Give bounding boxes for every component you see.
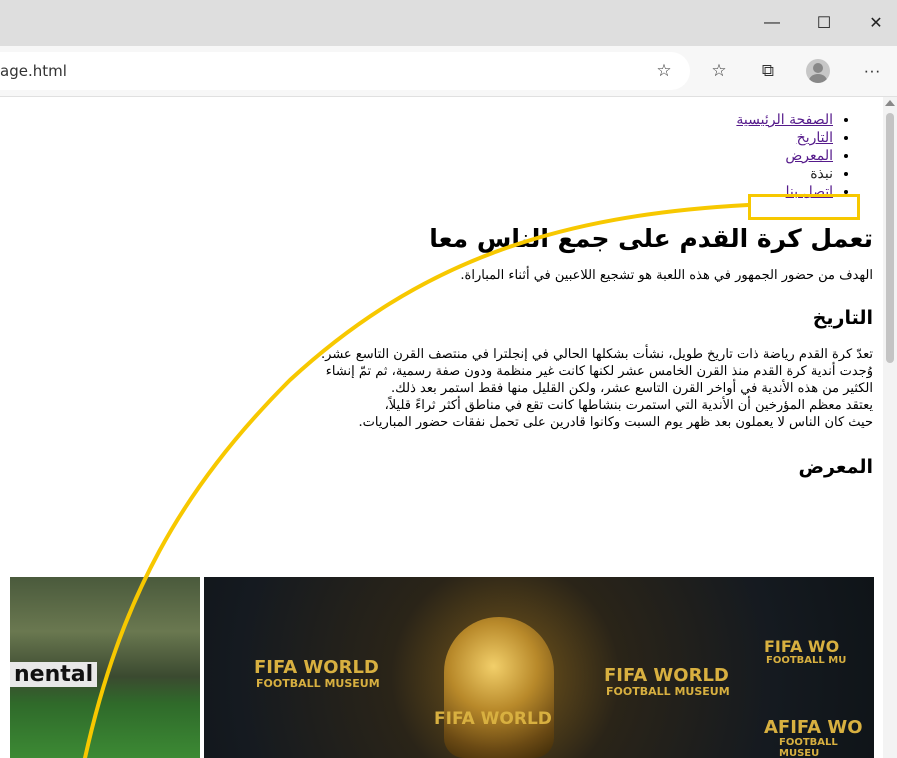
more-icon[interactable]: ··· — [858, 57, 886, 85]
museum-text: FIFA WO — [764, 637, 840, 656]
museum-text: AFIFA WO — [764, 717, 863, 738]
minimize-button[interactable]: — — [752, 8, 792, 38]
nav-item-about: نبذة — [53, 165, 833, 183]
nav-link-gallery[interactable]: المعرض — [785, 148, 833, 164]
history-line: يعتقد معظم المؤرخين أن الأندية التي استم… — [384, 398, 873, 413]
museum-text: FOOTBALL MUSEUM — [606, 685, 730, 698]
add-favorite-icon[interactable]: ☆ — [650, 57, 678, 85]
nav-item-contact[interactable]: اتصل بنا — [53, 183, 833, 201]
history-line: تعدّ كرة القدم رياضة ذات تاريخ طويل، نشأ… — [321, 347, 873, 362]
museum-text: FOOTBALL MUSEU — [779, 737, 838, 758]
stadium-image: nental — [10, 577, 200, 758]
scroll-up-icon[interactable] — [885, 100, 895, 106]
nav-list: الصفحة الرئيسية التاريخ المعرض نبذة اتصل… — [53, 111, 873, 201]
gallery: nental FIFA WORLD FOOTBALL MUSEUM FIFA W… — [10, 577, 883, 758]
intro-text: الهدف من حضور الجمهور في هذه اللعبة هو ت… — [460, 268, 873, 283]
nav-link-home[interactable]: الصفحة الرئيسية — [736, 112, 833, 128]
address-bar[interactable]: age.html ☆ — [0, 52, 690, 90]
address-text: age.html — [0, 62, 67, 80]
nav-item-home[interactable]: الصفحة الرئيسية — [53, 111, 833, 129]
gallery-heading: المعرض — [798, 456, 874, 478]
stadium-image-text: nental — [10, 662, 98, 687]
trophy-shape — [444, 617, 554, 758]
museum-text: FIFA WORLD — [254, 657, 379, 678]
museum-text: FIFA WORLD — [604, 665, 729, 686]
history-paragraph: تعدّ كرة القدم رياضة ذات تاريخ طويل، نشأ… — [53, 346, 873, 431]
highlight-box — [748, 194, 860, 220]
browser-toolbar: age.html ☆ ☆ ⧉ ··· — [0, 46, 897, 97]
profile-icon[interactable] — [806, 59, 830, 83]
history-line: حيث كان الناس لا يعملون بعد ظهر يوم السب… — [358, 415, 873, 430]
history-heading: التاريخ — [812, 307, 873, 329]
nav-item-history[interactable]: التاريخ — [53, 129, 833, 147]
museum-text: FOOTBALL MUSEUM — [256, 677, 380, 690]
vertical-scrollbar[interactable] — [883, 97, 897, 758]
maximize-button[interactable]: ☐ — [804, 8, 844, 38]
collections-icon[interactable]: ⧉ — [754, 57, 782, 85]
title-bar: — ☐ ✕ — [0, 0, 897, 46]
page-title: تعمل كرة القدم على جمع الناس معا — [429, 224, 873, 253]
close-button[interactable]: ✕ — [856, 8, 896, 38]
museum-text: FOOTBALL MU — [766, 655, 847, 666]
museum-text: FIFA WORLD — [434, 709, 552, 729]
history-line: الكثير من هذه الأندية في أواخر القرن الت… — [391, 381, 873, 396]
nav-link-history[interactable]: التاريخ — [797, 130, 833, 146]
article: الصفحة الرئيسية التاريخ المعرض نبذة اتصل… — [53, 97, 873, 481]
favorites-icon[interactable]: ☆ — [705, 57, 733, 85]
nav-text-about: نبذة — [810, 166, 833, 182]
scroll-thumb[interactable] — [886, 113, 894, 363]
trophy-image: FIFA WORLD FOOTBALL MUSEUM FIFA WORLD FO… — [204, 577, 874, 758]
nav-item-gallery[interactable]: المعرض — [53, 147, 833, 165]
history-line: وُجدت أندية كرة القدم منذ القرن الخامس ع… — [325, 364, 873, 379]
